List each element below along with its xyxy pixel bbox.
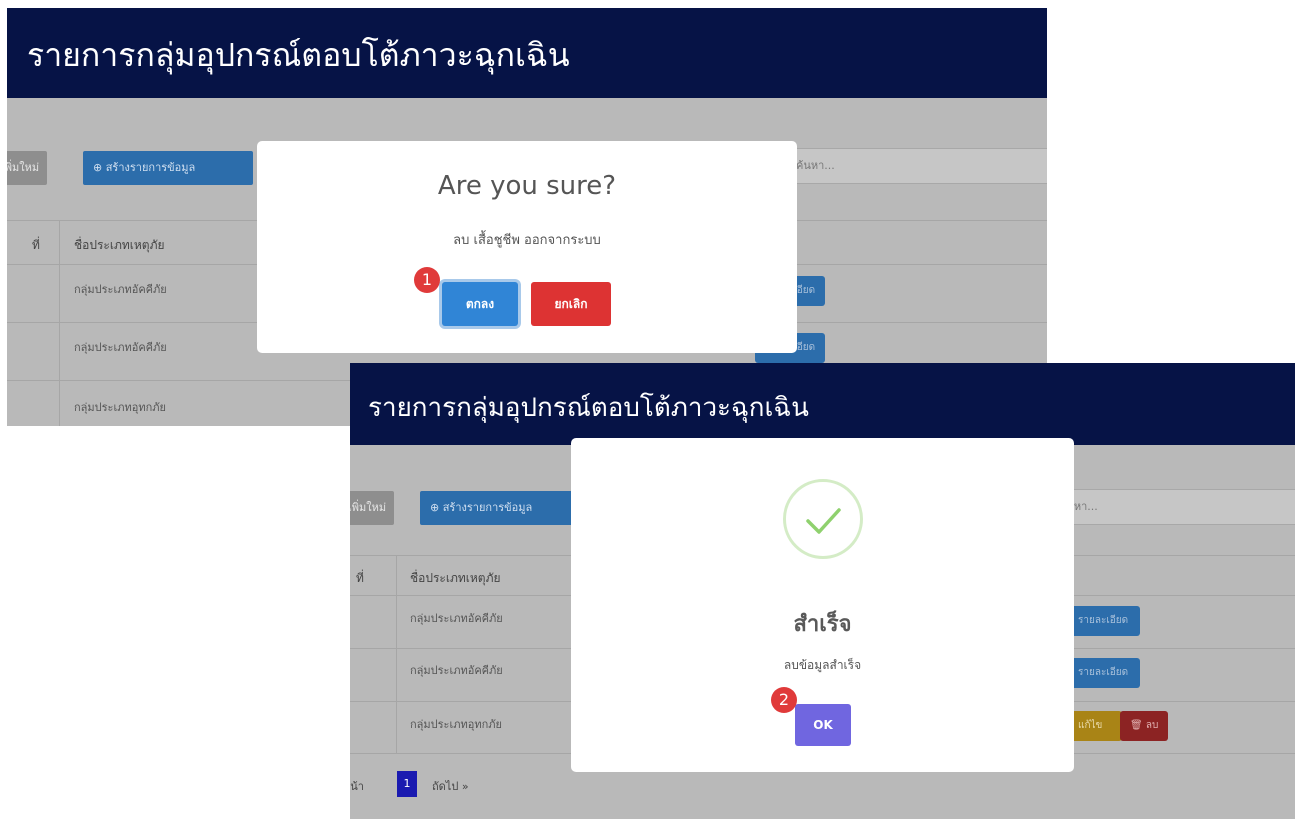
- create-record-label: สร้างรายการข้อมูล: [442, 501, 533, 514]
- success-dialog: สำเร็จ ลบข้อมูลสำเร็จ OK 2: [571, 438, 1074, 772]
- column-header-name: ชื่อประเภทเหตุภัย: [74, 238, 165, 252]
- success-check-icon: [783, 479, 863, 559]
- pagination-prev[interactable]: « ก่อนหน้า: [350, 777, 364, 795]
- dialog-title: Are you sure?: [437, 171, 617, 201]
- plus-circle-icon: ⊕: [93, 161, 106, 174]
- column-header-name: ชื่อประเภทเหตุภัย: [410, 571, 501, 585]
- confirm-button[interactable]: ตกลง: [442, 282, 518, 326]
- confirm-dialog: Are you sure? ลบ เสื้อชูชีพ ออกจากระบบ ต…: [257, 141, 797, 353]
- add-new-button[interactable]: เพิ่มใหม่: [7, 151, 48, 185]
- screenshot-delete-success: รายการกลุ่มอุปกรณ์ตอบโต้ภาวะฉุกเฉิน เพิ่…: [350, 363, 1295, 819]
- table-row-name: กลุ่มประเภทอุทกภัย: [410, 718, 502, 731]
- delete-button[interactable]: 🗑 ลบ: [1120, 711, 1169, 741]
- pagination-current-page[interactable]: 1: [397, 771, 417, 797]
- table-row-name: กลุ่มประเภทอัคคีภัย: [74, 283, 167, 296]
- ok-button[interactable]: OK: [795, 704, 851, 746]
- delete-label: ลบ: [1145, 720, 1159, 731]
- page-title: รายการกลุ่มอุปกรณ์ตอบโต้ภาวะฉุกเฉิน: [368, 393, 809, 423]
- pagination-next[interactable]: ถัดไป »: [432, 777, 469, 795]
- page-title: รายการกลุ่มอุปกรณ์ตอบโต้ภาวะฉุกเฉิน: [27, 36, 570, 74]
- dialog-message: ลบข้อมูลสำเร็จ: [783, 658, 862, 672]
- step-badge: 1: [414, 267, 440, 293]
- create-record-button[interactable]: ⊕ สร้างรายการข้อมูล: [420, 491, 580, 525]
- details-button[interactable]: รายละเอียด: [1068, 606, 1140, 636]
- table-row-name: กลุ่มประเภทอุทกภัย: [74, 401, 166, 414]
- table-row-name: กลุ่มประเภทอัคคีภัย: [410, 612, 503, 625]
- page-header: รายการกลุ่มอุปกรณ์ตอบโต้ภาวะฉุกเฉิน: [350, 363, 1295, 445]
- create-record-button[interactable]: ⊕ สร้างรายการข้อมูล: [83, 151, 253, 185]
- dialog-message: ลบ เสื้อชูชีพ ออกจากระบบ: [453, 233, 601, 248]
- edit-button[interactable]: แก้ไข: [1068, 711, 1122, 741]
- search-input[interactable]: ค้นหา...: [787, 148, 1047, 184]
- create-record-label: สร้างรายการข้อมูล: [105, 161, 196, 174]
- search-input[interactable]: ค้นหา...: [1050, 489, 1295, 525]
- cancel-button[interactable]: ยกเลิก: [531, 282, 611, 326]
- page-header: รายการกลุ่มอุปกรณ์ตอบโต้ภาวะฉุกเฉิน: [7, 8, 1047, 98]
- dialog-title: สำเร็จ: [793, 612, 852, 637]
- plus-circle-icon: ⊕: [430, 501, 443, 514]
- column-header-no: ที่: [356, 571, 364, 585]
- details-button[interactable]: รายละเอียด: [1068, 658, 1140, 688]
- add-new-button[interactable]: เพิ่มใหม่: [350, 491, 395, 525]
- step-badge: 2: [771, 687, 797, 713]
- trash-icon: 🗑: [1130, 720, 1146, 731]
- table-row-name: กลุ่มประเภทอัคคีภัย: [410, 664, 503, 677]
- table-row-name: กลุ่มประเภทอัคคีภัย: [74, 341, 167, 354]
- column-header-no: ที่: [32, 238, 40, 252]
